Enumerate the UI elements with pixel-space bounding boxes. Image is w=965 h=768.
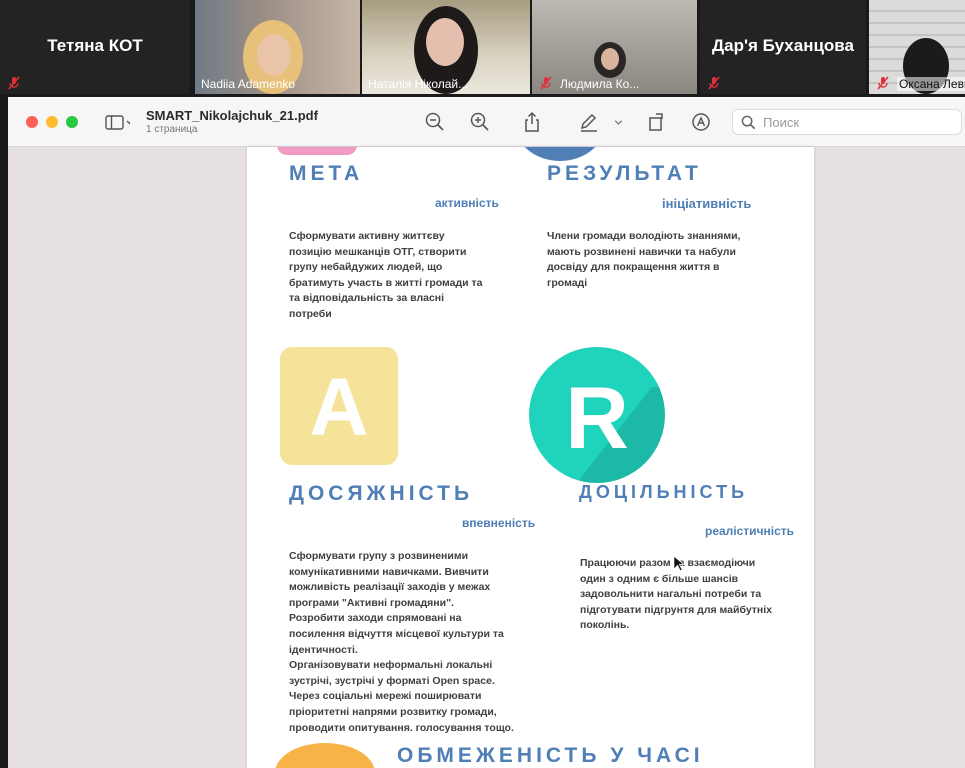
zoom-window-button[interactable] — [66, 116, 78, 128]
text-line: комунікативними навичками. Вивчити — [289, 565, 489, 578]
text-line: Сформувати групу з розвиненими — [289, 550, 469, 562]
markup-pen-icon[interactable] — [578, 111, 600, 133]
participant-name-large: Дар'я Буханцова — [712, 36, 854, 55]
participant-tile[interactable]: Тетяна КОТ — [0, 0, 190, 94]
keyword-result: ініціативність — [662, 196, 752, 211]
section-heading-time: ОБМЕЖЕНІСТЬ У ЧАСІ — [397, 744, 704, 767]
search-field[interactable]: Поиск — [732, 109, 962, 135]
zoom-in-icon[interactable] — [469, 111, 491, 133]
orange-circle-decoration — [275, 743, 375, 768]
letter-r-circle: R — [529, 347, 665, 483]
text-line: програми "Активні громадяни". — [289, 596, 454, 609]
letter-a: A — [309, 362, 369, 453]
text-line: пріоритетні напрями розвитку громади, — [289, 705, 497, 718]
keyword-relevant: реалістичність — [705, 524, 795, 538]
section-heading-result: РЕЗУЛЬТАТ — [547, 162, 702, 185]
text-line: групу небайдужих людей, що — [289, 261, 443, 274]
document-title: SMART_Nikolajchuk_21.pdf — [146, 108, 318, 123]
section-heading-meta: МЕТА — [289, 162, 364, 185]
section-heading-relevant: ДОЦІЛЬНІСТЬ — [579, 482, 749, 502]
mouse-cursor-icon — [673, 555, 684, 572]
text-line: один з одним є більше шансів — [580, 572, 739, 585]
close-window-button[interactable] — [26, 116, 38, 128]
participant-name-large: Тетяна КОТ — [47, 36, 143, 55]
page-count: 1 страница — [146, 124, 198, 135]
text-line: Через соціальні мережі поширювати — [289, 690, 482, 703]
letter-a-tile: A — [280, 347, 398, 465]
text-line: Організовувати неформальні локальні — [289, 659, 493, 672]
participants-strip: Тетяна КОТ Nadiia Adamenko Наталія Нікол… — [0, 0, 965, 96]
zoom-out-icon[interactable] — [424, 111, 446, 133]
participant-face — [257, 34, 291, 76]
share-icon[interactable] — [521, 111, 543, 133]
text-line: та відповідальність за власні — [289, 292, 445, 305]
text-line: Розробити заходи спрямовані на — [289, 612, 462, 625]
mic-muted-icon — [877, 76, 889, 90]
text-line: підготувати підгрунтя для майбутніх — [580, 603, 773, 616]
search-placeholder: Поиск — [763, 115, 800, 130]
chevron-down-icon[interactable] — [614, 111, 628, 133]
participant-face — [601, 48, 619, 70]
text-achievable: Сформувати групу з розвиненими комунікат… — [289, 549, 514, 736]
blue-circle-decoration — [515, 147, 605, 161]
text-line: поколінь. — [580, 619, 630, 632]
text-meta: Сформувати активну життєву позицію мешка… — [289, 229, 483, 323]
letter-r: R — [565, 368, 629, 467]
text-line: Члени громади володіють знаннями, — [547, 230, 741, 242]
participant-name: Людмила Ко... — [560, 77, 640, 91]
participant-name: Наталія Ніколай... — [368, 77, 469, 91]
text-line: зустрічі, зустрічі у форматі Open space. — [289, 674, 495, 687]
participant-tile[interactable]: Оксана Леви — [869, 0, 965, 94]
participant-tile[interactable]: Дар'я Буханцова — [700, 0, 866, 94]
text-line: мають розвинені навички та набули — [547, 245, 736, 258]
text-line: досвіду для покращення життя в — [547, 261, 720, 274]
participant-name: Оксана Леви — [897, 77, 965, 91]
text-line: братимуть участь в житті громади та — [289, 276, 483, 289]
participant-tile-active[interactable]: Наталія Ніколай... — [362, 0, 530, 94]
title-bar: SMART_Nikolajchuk_21.pdf 1 страница Поис… — [8, 97, 965, 147]
participant-tile[interactable]: Nadiia Adamenko — [195, 0, 360, 94]
text-line: Сформувати активну життєву — [289, 230, 445, 242]
rotate-icon[interactable] — [646, 111, 668, 133]
sidebar-toggle-icon[interactable] — [100, 111, 130, 133]
keyword-achievable: впевненість — [462, 516, 536, 530]
text-line: можливість реалізації заходів у межах — [289, 581, 491, 594]
text-line: ідентичності. — [289, 643, 358, 656]
text-line: потреби — [289, 307, 332, 320]
pdf-page[interactable]: МЕТА активність Сформувати активну життє… — [247, 147, 814, 768]
preview-window: SMART_Nikolajchuk_21.pdf 1 страница Поис… — [8, 97, 965, 768]
participant-name: Nadiia Adamenko — [201, 77, 296, 91]
text-line: посилення відчуття місцевої культури та — [289, 627, 504, 640]
text-line: громаді — [547, 276, 588, 289]
text-line: позицію мешканців ОТГ, створити — [289, 245, 467, 258]
mic-muted-icon — [708, 76, 720, 90]
minimize-window-button[interactable] — [46, 116, 58, 128]
participant-face — [426, 18, 464, 66]
markup-toolbar-icon[interactable] — [690, 111, 712, 133]
text-line: задовольнити нагальні потреби та — [580, 588, 762, 601]
mic-muted-icon — [8, 76, 20, 90]
text-line: проводити опитування. голосування тощо. — [289, 721, 514, 734]
search-icon — [741, 115, 756, 130]
section-heading-achievable: ДОСЯЖНІСТЬ — [289, 482, 474, 505]
text-result: Члени громади володіють знаннями, мають … — [547, 229, 740, 291]
pink-shape-decoration — [277, 147, 357, 155]
keyword-meta: активність — [435, 196, 499, 210]
participant-tile[interactable]: Людмила Ко... — [532, 0, 697, 94]
mic-muted-icon — [540, 76, 552, 90]
